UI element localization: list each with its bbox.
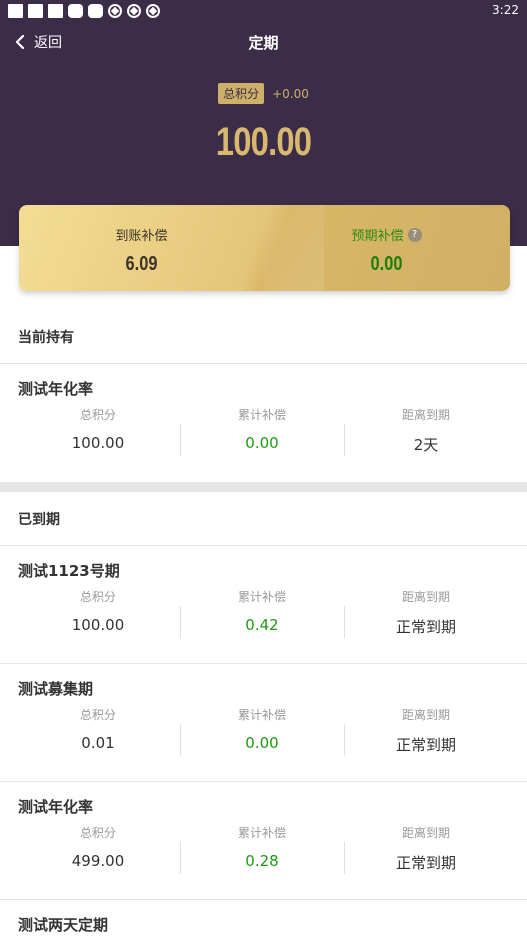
due-value: 正常到期 [395, 736, 456, 754]
received-compensation: 到账补偿 6.09 [19, 205, 264, 291]
holding-item[interactable]: 测试年化率 总积分 100.00 累计补偿 0.00 距离到期 2天 [0, 364, 527, 482]
points-value: 100.00 [71, 616, 125, 634]
total-points-delta: +0.00 [272, 86, 309, 101]
compensation-label: 累计补偿 [237, 708, 286, 722]
compensation-value: 0.42 [245, 616, 279, 634]
compensation-card: 到账补偿 6.09 预期补偿 ? 0.00 [19, 205, 510, 291]
status-bar: 3:22 [0, 0, 527, 22]
holding-name: 测试1123号期 [18, 562, 120, 580]
holding-name: 测试两天定期 [18, 916, 109, 934]
expired-item[interactable]: 测试年化率 总积分 499.00 累计补偿 0.28 距离到期 正常到期 [0, 782, 527, 900]
total-points-row: 总积分 +0.00 [0, 83, 527, 104]
section-current-title: 当前持有 [18, 330, 74, 346]
due-value: 正常到期 [395, 618, 456, 636]
holding-name: 测试年化率 [18, 798, 94, 816]
due-cell: 距离到期 正常到期 [344, 824, 508, 873]
due-label: 距离到期 [401, 590, 450, 604]
points-label: 总积分 [79, 826, 116, 840]
holding-name: 测试募集期 [18, 680, 94, 698]
compensation-cell: 累计补偿 0.00 [180, 406, 344, 452]
points-label: 总积分 [79, 408, 116, 422]
page: 3:22 返回 定期 总积分 +0.00 100.00 到账补偿 6.09 预期… [0, 0, 527, 936]
notification-icon [68, 4, 83, 18]
received-label: 到账补偿 [115, 229, 168, 244]
due-cell: 距离到期 正常到期 [344, 706, 508, 755]
expected-label-row: 预期补偿 ? [264, 225, 509, 244]
compensation-label: 累计补偿 [237, 590, 286, 604]
section-expired-title: 已到期 [18, 512, 60, 528]
points-cell: 总积分 0.01 [16, 706, 180, 752]
sync-icon [108, 4, 122, 18]
compensation-cell: 累计补偿 0.42 [180, 588, 344, 634]
points-value: 100.00 [71, 434, 125, 452]
due-cell: 距离到期 正常到期 [344, 588, 508, 637]
expected-value: 0.00 [370, 253, 403, 275]
sync-icon [146, 4, 160, 18]
help-icon[interactable]: ? [407, 227, 422, 242]
notification-icon [8, 4, 23, 18]
due-label: 距离到期 [401, 826, 450, 840]
expired-item[interactable]: 测试募集期 总积分 0.01 累计补偿 0.00 距离到期 正常到期 [0, 664, 527, 782]
due-value: 正常到期 [395, 854, 456, 872]
due-cell: 距离到期 2天 [344, 406, 508, 455]
total-points-value: 100.00 [215, 120, 312, 164]
points-label: 总积分 [79, 590, 116, 604]
due-label: 距离到期 [401, 408, 450, 422]
expected-compensation: 预期补偿 ? 0.00 [264, 205, 509, 291]
notification-icon [28, 4, 43, 18]
compensation-label: 累计补偿 [237, 408, 286, 422]
compensation-value: 0.00 [245, 734, 279, 752]
compensation-value: 0.28 [245, 852, 279, 870]
compensation-cell: 累计补偿 0.00 [180, 706, 344, 752]
points-cell: 总积分 499.00 [16, 824, 180, 870]
notification-icon [48, 4, 63, 18]
compensation-cell: 累计补偿 0.28 [180, 824, 344, 870]
received-value: 6.09 [125, 253, 158, 275]
notification-icon [88, 4, 103, 18]
points-value: 499.00 [71, 852, 125, 870]
compensation-value: 0.00 [245, 434, 279, 452]
points-cell: 总积分 100.00 [16, 406, 180, 452]
points-value: 0.01 [81, 734, 115, 752]
due-label: 距离到期 [401, 708, 450, 722]
section-separator [0, 482, 527, 492]
sync-icon [127, 4, 141, 18]
due-value: 2天 [413, 436, 439, 454]
expired-item[interactable]: 测试1123号期 总积分 100.00 累计补偿 0.42 距离到期 正常到期 [0, 546, 527, 664]
points-label: 总积分 [79, 708, 116, 722]
points-cell: 总积分 100.00 [16, 588, 180, 634]
expected-label: 预期补偿 [351, 229, 404, 244]
status-time: 3:22 [492, 3, 519, 17]
compensation-label: 累计补偿 [237, 826, 286, 840]
holding-name: 测试年化率 [18, 380, 94, 398]
nav-bar: 返回 定期 [0, 26, 527, 60]
expired-item[interactable]: 测试两天定期 [0, 900, 527, 936]
total-points-badge: 总积分 [218, 83, 265, 104]
page-title: 定期 [248, 34, 279, 52]
notification-icons [8, 4, 160, 18]
